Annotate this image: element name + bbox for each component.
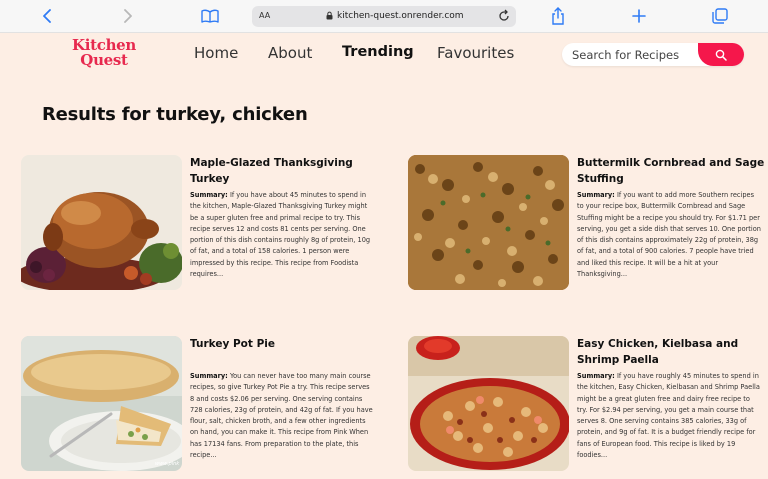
summary-text: If you have roughly 45 minutes to spend … bbox=[577, 372, 760, 460]
lock-icon bbox=[326, 11, 333, 23]
share-icon[interactable] bbox=[548, 6, 568, 26]
site-logo[interactable]: Kitchen Quest bbox=[66, 38, 142, 68]
summary-label: Summary: bbox=[577, 372, 615, 380]
nav-home[interactable]: Home bbox=[194, 44, 238, 62]
logo-line2: Quest bbox=[80, 51, 128, 69]
browser-toolbar: AA kitchen-quest.onrender.com bbox=[0, 0, 768, 33]
search-input[interactable] bbox=[572, 46, 702, 63]
new-tab-icon[interactable] bbox=[629, 6, 649, 26]
recipe-summary: Summary: If you have roughly 45 minutes … bbox=[577, 371, 761, 461]
recipe-image[interactable] bbox=[21, 155, 182, 290]
recipe-image[interactable] bbox=[408, 336, 569, 471]
recipe-title[interactable]: Turkey Pot Pie bbox=[190, 336, 378, 352]
summary-label: Summary: bbox=[190, 191, 228, 199]
text-size-button[interactable]: AA bbox=[259, 11, 270, 20]
reload-icon[interactable] bbox=[497, 9, 511, 26]
recipe-summary: Summary: If you have about 45 minutes to… bbox=[190, 190, 374, 280]
tabs-overview-icon[interactable] bbox=[710, 6, 730, 26]
photo-credit: www.pink bbox=[155, 461, 180, 467]
recipe-card[interactable]: www.pink Turkey Pot Pie Summary: You can… bbox=[21, 336, 381, 476]
recipe-card[interactable]: Maple-Glazed Thanksgiving Turkey Summary… bbox=[21, 155, 381, 295]
recipe-title[interactable]: Easy Chicken, Kielbasa and Shrimp Paella bbox=[577, 336, 765, 368]
page-title: Results for turkey, chicken bbox=[42, 104, 308, 125]
recipe-summary: Summary: If you want to add more Souther… bbox=[577, 190, 761, 280]
search-button[interactable] bbox=[698, 43, 744, 66]
recipe-title[interactable]: Buttermilk Cornbread and Sage Stuffing bbox=[577, 155, 765, 187]
summary-label: Summary: bbox=[190, 372, 228, 380]
search-icon bbox=[715, 49, 727, 61]
recipe-image[interactable]: www.pink bbox=[21, 336, 182, 471]
recipe-summary: Summary: You can never have too many mai… bbox=[190, 371, 374, 461]
forward-icon[interactable] bbox=[118, 6, 138, 26]
recipe-card[interactable]: Buttermilk Cornbread and Sage Stuffing S… bbox=[408, 155, 768, 295]
summary-text: If you want to add more Southern recipes… bbox=[577, 191, 761, 279]
nav-trending[interactable]: Trending bbox=[342, 44, 414, 60]
address-bar[interactable]: AA kitchen-quest.onrender.com bbox=[252, 6, 516, 27]
bookmarks-icon[interactable] bbox=[200, 6, 220, 26]
recipe-title[interactable]: Maple-Glazed Thanksgiving Turkey bbox=[190, 155, 378, 187]
nav-favourites[interactable]: Favourites bbox=[437, 44, 514, 62]
summary-text: You can never have too many main course … bbox=[190, 372, 373, 460]
recipe-image[interactable] bbox=[408, 155, 569, 290]
back-icon[interactable] bbox=[37, 6, 57, 26]
recipe-card[interactable]: Easy Chicken, Kielbasa and Shrimp Paella… bbox=[408, 336, 768, 476]
summary-text: If you have about 45 minutes to spend in… bbox=[190, 191, 371, 279]
summary-label: Summary: bbox=[577, 191, 615, 199]
url-text: kitchen-quest.onrender.com bbox=[337, 11, 464, 21]
nav-about[interactable]: About bbox=[268, 44, 312, 62]
